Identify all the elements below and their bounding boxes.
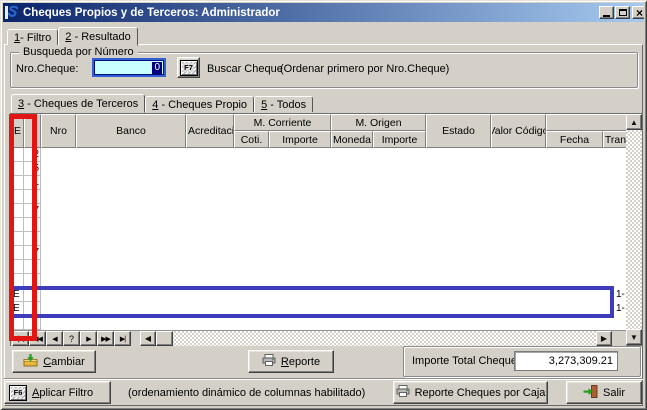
nav-prior-button[interactable]: ◀ (46, 331, 63, 346)
col-header-valor-codigo[interactable]: Valor Código (491, 114, 546, 148)
col-header-moneda[interactable]: Moneda (331, 131, 373, 148)
result-tabstrip: 3 - Cheques de Terceros 4 - Cheques Prop… (11, 93, 313, 112)
reporte-button[interactable]: Reporte (248, 350, 334, 373)
tab-cheques-terceros[interactable]: 3 - Cheques de Terceros (11, 94, 145, 113)
table-row[interactable] (11, 274, 627, 288)
scroll-down-icon[interactable]: ▼ (626, 329, 642, 345)
ordenar-hint: (Ordenar primero por Nro.Cheque) (280, 63, 449, 75)
col-header-e[interactable]: E (11, 114, 24, 148)
col-header-acreditacion[interactable]: Acreditación (186, 114, 234, 148)
vertical-scrollbar-track[interactable] (626, 130, 642, 329)
reporte-cheques-caja-button[interactable]: Reporte Cheques por Caja (393, 381, 548, 404)
nro-cheque-value: 0 (152, 62, 162, 74)
ordenamiento-note: (ordenamiento dinámico de columnas habil… (128, 387, 365, 399)
table-row[interactable]: 7 (11, 204, 627, 218)
tab-resultado[interactable]: 2 - Resultado (58, 27, 137, 46)
col-header-nro[interactable]: Nro (41, 114, 76, 148)
buscar-cheque-button[interactable]: F7 (177, 57, 200, 78)
col-header-tran[interactable]: Tran (603, 131, 628, 148)
nro-cheque-label: Nro.Cheque: (16, 63, 78, 75)
window-title: Cheques Propios y de Terceros: Administr… (23, 7, 280, 19)
main-tabstrip: 1- Filtro 2 - Resultado (7, 26, 138, 45)
table-row-selected[interactable]: E (11, 288, 627, 302)
printer-icon (396, 385, 410, 400)
tab-cheques-propio[interactable]: 4 - Cheques Propio (145, 96, 254, 112)
app-logo-icon (5, 5, 20, 20)
table-row[interactable]: 2 (11, 148, 627, 162)
nav-next-page-button[interactable]: ▶▶ (97, 331, 114, 346)
table-row[interactable] (11, 316, 627, 330)
table-row-selected[interactable]: E (11, 302, 627, 316)
buscar-cheque-label: Buscar Cheque (207, 63, 283, 75)
close-button[interactable]: × (632, 6, 644, 19)
table-row[interactable]: 5 (11, 162, 627, 176)
exit-door-icon (583, 385, 598, 401)
search-group-title: Busqueda por Número (19, 46, 138, 58)
col-header-estado[interactable]: Estado (426, 114, 491, 148)
divider (4, 378, 643, 380)
grid-body: 2 5 1 7 7 E E (11, 148, 627, 330)
minimize-button[interactable] (599, 6, 614, 19)
col-header-fecha[interactable]: Fecha (546, 131, 603, 148)
salir-button[interactable]: Salir (566, 381, 642, 404)
col-group-m-corriente[interactable]: M. Corriente (234, 114, 331, 131)
f6-key-icon: F6 (9, 385, 27, 401)
nav-prior-page-button[interactable]: ◀◀ (29, 331, 46, 346)
importe-total-value: 3,273,309.21 (514, 351, 618, 371)
col-group-m-origen[interactable]: M. Origen (331, 114, 426, 131)
col-header-importe-corriente[interactable]: Importe (269, 131, 331, 148)
titlebar[interactable]: Cheques Propios y de Terceros: Administr… (3, 3, 644, 22)
cambiar-icon (23, 354, 38, 370)
cambiar-button[interactable]: Cambiar (12, 350, 96, 373)
scroll-left-icon[interactable]: ◀ (140, 331, 156, 346)
grid-header: E Nro Banco Acreditación M. Corriente Co… (11, 114, 628, 148)
col-header-blank[interactable] (24, 114, 41, 148)
f7-key-icon: F7 (180, 60, 198, 76)
tab-todos[interactable]: 5 - Todos (254, 96, 313, 112)
vertical-scrollbar[interactable]: ▲ ▼ (626, 114, 642, 345)
app-window: Cheques Propios y de Terceros: Administr… (0, 0, 647, 410)
aplicar-filtro-button[interactable]: F6 Aplicar Filtro (4, 381, 111, 404)
col-group-fecha[interactable] (546, 114, 628, 131)
table-row[interactable] (11, 190, 627, 204)
horizontal-scrollbar-track[interactable] (140, 331, 612, 346)
horizontal-scrollbar-thumb[interactable] (156, 331, 173, 346)
table-row[interactable]: 1 (11, 176, 627, 190)
table-row[interactable] (11, 232, 627, 246)
col-header-importe-origen[interactable]: Importe (373, 131, 426, 148)
tab-filtro[interactable]: 1- Filtro (7, 29, 58, 45)
nav-first-button[interactable]: |◀ (12, 331, 29, 346)
importe-total-label: Importe Total Cheques: (412, 355, 526, 367)
nav-last-button[interactable]: ▶| (114, 331, 131, 346)
table-row[interactable] (11, 218, 627, 232)
nav-next-button[interactable]: ▶ (80, 331, 97, 346)
table-row[interactable] (11, 260, 627, 274)
maximize-icon (619, 9, 627, 16)
col-header-coti[interactable]: Coti. (234, 131, 269, 148)
printer-icon (262, 354, 276, 369)
nro-cheque-input[interactable]: 0 (92, 58, 166, 77)
maximize-button[interactable] (615, 6, 630, 19)
cheques-grid: E Nro Banco Acreditación M. Corriente Co… (10, 113, 643, 346)
scroll-right-icon[interactable]: ▶ (596, 331, 612, 346)
close-icon: × (636, 8, 643, 18)
scroll-up-icon[interactable]: ▲ (626, 114, 642, 130)
table-row[interactable]: 7 (11, 246, 627, 260)
col-header-banco[interactable]: Banco (76, 114, 186, 148)
nav-search-button[interactable]: ? (63, 331, 80, 346)
minimize-icon (603, 15, 610, 17)
